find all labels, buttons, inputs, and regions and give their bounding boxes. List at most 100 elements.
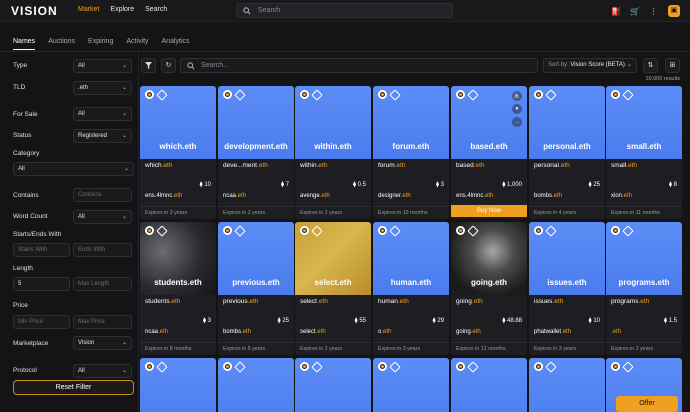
wallet-icon[interactable]: ▣ [668, 5, 680, 17]
card-image[interactable]: which.eth [140, 86, 216, 159]
refresh-icon[interactable]: ↻ [161, 58, 176, 73]
category-select[interactable]: All ⌄ [13, 162, 134, 176]
card-image[interactable] [373, 358, 449, 412]
name-card[interactable]: previous.eth previous.eth ⧫ 25 bombs.eth Exp… [218, 222, 294, 355]
wordcount-select[interactable]: All ⌄ [73, 210, 132, 224]
heart-icon[interactable]: ♥ [512, 104, 522, 114]
card-owner[interactable]: going.eth [456, 329, 481, 335]
nav-market[interactable]: Market [78, 6, 99, 13]
tab-analytics[interactable]: Analytics [162, 38, 190, 50]
name-card[interactable]: forum.eth forum.eth ⧫ 3 designer.eth Expires… [373, 86, 449, 219]
card-owner[interactable]: .eth [611, 329, 621, 335]
grid-view-icon[interactable]: ⊞ [665, 58, 680, 73]
nav-search[interactable]: Search [145, 6, 167, 13]
card-image[interactable] [295, 358, 371, 412]
sort-direction-icon[interactable]: ⇅ [643, 58, 658, 73]
tab-expiring[interactable]: Expiring [88, 38, 113, 50]
price-min-input[interactable]: Min Price [13, 315, 70, 329]
card-owner[interactable]: o.eth [378, 329, 391, 335]
card-image[interactable]: students.eth [140, 222, 216, 295]
marketplace-select[interactable]: Vision ⌄ [73, 336, 132, 350]
status-select[interactable]: Registered ⌄ [73, 129, 132, 143]
card-owner[interactable]: designer.eth [378, 193, 411, 199]
card-image[interactable]: based.eth 🔒 ♥… [451, 86, 527, 159]
tld-select[interactable]: .eth ⌄ [73, 81, 132, 95]
name-card[interactable] [451, 358, 527, 412]
card-owner[interactable]: ens.4lmnc.eth [456, 193, 493, 199]
filter-icon[interactable] [141, 58, 156, 73]
type-select[interactable]: All ⌄ [73, 59, 132, 73]
card-name: programs [611, 298, 639, 305]
card-image[interactable] [529, 358, 605, 412]
name-card[interactable] [295, 358, 371, 412]
length-min-input[interactable]: 5 [13, 277, 70, 291]
card-owner[interactable]: ncaa.eth [223, 193, 246, 199]
name-card[interactable]: select.eth select.eth ⧫ 55 select.eth Expire… [295, 222, 371, 355]
vision-logo[interactable]: VISION [11, 4, 58, 18]
name-card[interactable]: issues.eth issues.eth ⧫ 10 phatwallet.eth Ex… [529, 222, 605, 355]
name-card[interactable]: based.eth 🔒 ♥… based.eth ⧫ 1,000 ens.4lmnc.et… [451, 86, 527, 219]
ends-with-input[interactable]: Ends With [73, 243, 132, 257]
card-title: students.eth [145, 298, 211, 305]
card-image[interactable] [451, 358, 527, 412]
card-owner[interactable]: bombs.eth [223, 329, 251, 335]
card-owner[interactable]: ncaa.eth [145, 329, 168, 335]
nav-explore[interactable]: Explore [110, 6, 134, 13]
card-image[interactable]: forum.eth [373, 86, 449, 159]
card-image[interactable]: within.eth [295, 86, 371, 159]
name-card[interactable]: students.eth students.eth ⧫ 3 ncaa.eth Expir… [140, 222, 216, 355]
card-owner[interactable]: select.eth [300, 329, 326, 335]
starts-with-input[interactable]: Starts With [13, 243, 70, 257]
card-owner[interactable]: avenge.eth [300, 193, 330, 199]
tab-auctions[interactable]: Auctions [48, 38, 75, 50]
name-card[interactable] [218, 358, 294, 412]
card-owner[interactable]: phatwallet.eth [534, 329, 571, 335]
sort-select[interactable]: Sort by: Vision Score (BETA) ⌄ [543, 58, 637, 73]
reset-filter-button[interactable]: Reset Filter [13, 380, 134, 395]
contains-input[interactable]: Contains [73, 188, 132, 202]
card-image[interactable]: small.eth [606, 86, 682, 159]
card-image[interactable]: select.eth [295, 222, 371, 295]
card-image[interactable]: programs.eth [606, 222, 682, 295]
forsale-select[interactable]: All ⌄ [73, 107, 132, 121]
card-name: deve...ment [223, 162, 257, 169]
lock-icon[interactable]: 🔒 [512, 91, 522, 101]
price-max-input[interactable]: Max Price [73, 315, 132, 329]
name-card[interactable]: programs.eth programs.eth ⧫ 1.5 .eth Expires… [606, 222, 682, 355]
global-search-input[interactable]: Search [236, 3, 453, 18]
tab-activity[interactable]: Activity [126, 38, 148, 50]
grid-search-input[interactable]: Search... [180, 58, 538, 73]
name-card[interactable]: development.eth deve...ment.eth ⧫ 7 ncaa.et… [218, 86, 294, 219]
card-image[interactable]: personal.eth [529, 86, 605, 159]
name-card[interactable]: personal.eth personal.eth ⧫ 25 bombs.eth Exp… [529, 86, 605, 219]
card-image[interactable]: going.eth [451, 222, 527, 295]
tld-suffix: .eth [256, 162, 268, 169]
card-owner[interactable]: ens.4lmnc.eth [145, 193, 182, 199]
name-card[interactable]: human.eth human.eth ⧫ 29 o.eth Expires in 3 … [373, 222, 449, 355]
card-image[interactable]: issues.eth [529, 222, 605, 295]
name-card[interactable]: within.eth within.eth ⧫ 0.5 avenge.eth Expir… [295, 86, 371, 219]
card-owner[interactable]: xion.eth [611, 193, 632, 199]
name-card[interactable] [529, 358, 605, 412]
protocol-select[interactable]: All ⌄ [73, 364, 132, 378]
gas-pump-icon[interactable]: ⛽ [611, 7, 621, 16]
more-icon[interactable]: … [512, 117, 522, 127]
card-image[interactable]: development.eth [218, 86, 294, 159]
cart-icon[interactable]: 🛒 [630, 7, 640, 16]
tab-names[interactable]: Names [13, 38, 36, 50]
length-max-input[interactable]: Max Length [73, 277, 132, 291]
card-image[interactable]: previous.eth [218, 222, 294, 295]
card-image[interactable]: human.eth [373, 222, 449, 295]
owner-name: going [456, 329, 471, 335]
name-card[interactable]: which.eth which.eth ⧫ 10 ens.4lmnc.eth Expir… [140, 86, 216, 219]
name-card[interactable] [140, 358, 216, 412]
more-icon[interactable]: ⋮ [649, 7, 658, 16]
offer-button[interactable]: Offer [616, 396, 678, 412]
name-card[interactable]: small.eth small.eth ⧫ 8 xion.eth Expires in … [606, 86, 682, 219]
buy-now-button[interactable]: Buy Now [451, 205, 527, 217]
name-card[interactable]: going.eth going.eth ⧫ 48.88 going.eth Expire… [451, 222, 527, 355]
name-card[interactable] [373, 358, 449, 412]
card-owner[interactable]: bombs.eth [534, 193, 562, 199]
card-image[interactable] [218, 358, 294, 412]
card-image[interactable] [140, 358, 216, 412]
